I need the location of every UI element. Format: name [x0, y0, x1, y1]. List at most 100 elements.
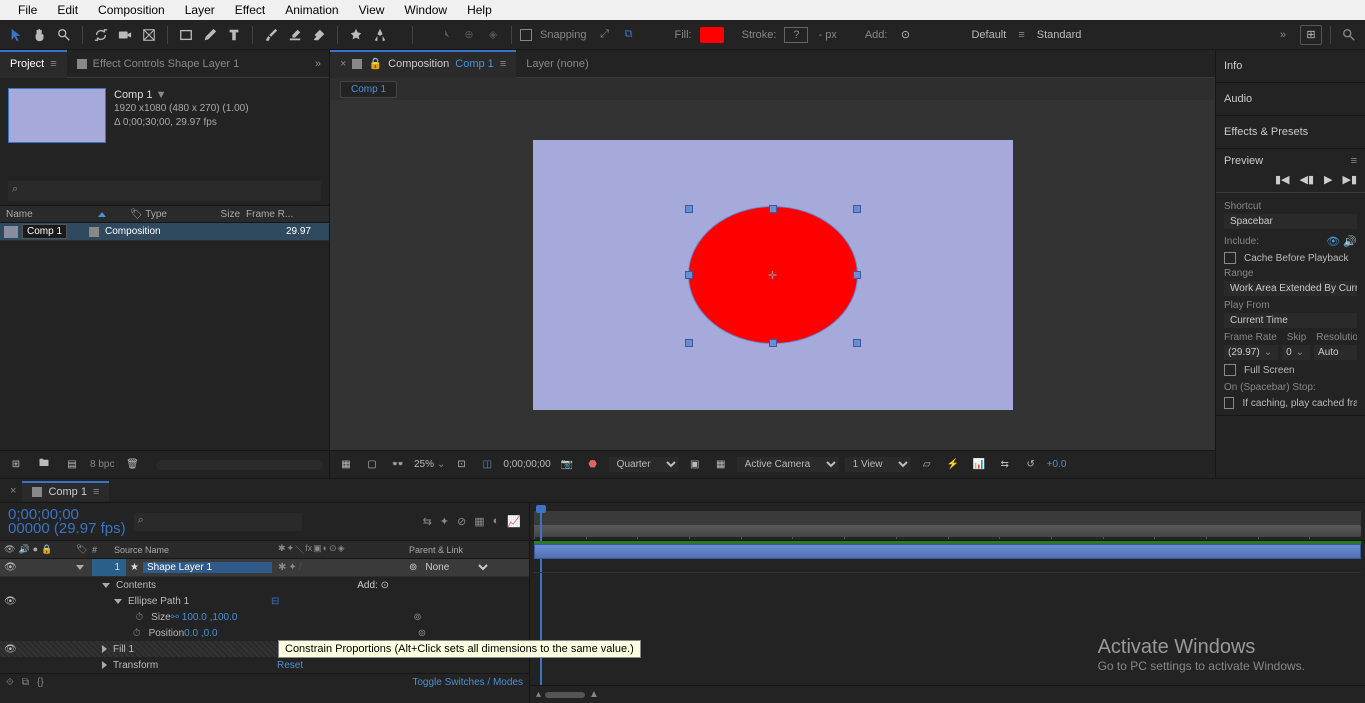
3d-glasses-icon[interactable]: 👓	[388, 455, 408, 475]
col-type[interactable]: 🏷 Type	[110, 209, 190, 220]
camera-dropdown[interactable]: Active Camera	[737, 457, 839, 472]
new-comp-icon[interactable]: ▤	[62, 455, 82, 475]
roi-icon[interactable]: ▣	[685, 455, 705, 475]
position-value[interactable]: 0.0 ,0.0	[184, 628, 217, 639]
timeline-tab-comp1[interactable]: Comp 1 ≡	[22, 481, 109, 501]
snapping-checkbox[interactable]	[520, 29, 532, 41]
clone-tool[interactable]	[285, 25, 305, 45]
view-axis-icon[interactable]: ◈	[483, 25, 503, 45]
shortcut-value[interactable]: Spacebar	[1224, 214, 1357, 229]
puppet-tool[interactable]	[370, 25, 390, 45]
local-axis-icon[interactable]	[435, 25, 455, 45]
flowchart-icon[interactable]: ⇆	[995, 455, 1015, 475]
transform-twirl[interactable]	[102, 661, 107, 669]
include-audio-icon[interactable]: 🔊	[1343, 236, 1357, 248]
stroke-swatch[interactable]: ?	[784, 27, 808, 43]
composition-viewer-tab[interactable]: × 🔒 Composition Comp 1 ≡	[330, 50, 516, 78]
lock-col-icon[interactable]: 🔒	[41, 544, 52, 555]
time-ruler[interactable]: 00s02s04s06s08s10s12s14s16s18s20s22s24s2…	[530, 503, 1365, 541]
text-tool[interactable]	[224, 25, 244, 45]
rectangle-tool[interactable]	[176, 25, 196, 45]
fullscreen-checkbox[interactable]	[1224, 364, 1236, 376]
layer-shape-layer-1[interactable]: 👁 1 ★Shape Layer 1 ✱✦/ ⊚None	[0, 559, 529, 577]
draft-3d-icon[interactable]: ✦	[440, 515, 449, 528]
transparency-grid-icon[interactable]: ▢	[362, 455, 382, 475]
tl-foot-icon1[interactable]: ⟐	[6, 677, 14, 688]
last-frame-button[interactable]: ▶▮	[1342, 173, 1357, 186]
menu-animation[interactable]: Animation	[275, 3, 348, 17]
menu-layer[interactable]: Layer	[175, 3, 225, 17]
exposure-value[interactable]: +0.0	[1047, 459, 1067, 470]
presets-panel-tab[interactable]: Effects & Presets	[1224, 122, 1357, 142]
views-dropdown[interactable]: 1 View	[845, 457, 911, 472]
tl-foot-icon2[interactable]: ⧉	[22, 677, 29, 688]
zoom-control[interactable]: 25% ⌄	[414, 459, 445, 470]
menu-effect[interactable]: Effect	[225, 3, 275, 17]
playfrom-value[interactable]: Current Time	[1224, 313, 1357, 328]
new-folder-icon[interactable]: 🖿	[34, 455, 54, 475]
zoom-in-icon[interactable]: ▲	[589, 689, 599, 700]
constrain-proportions-icon[interactable]: ⊟	[271, 596, 279, 607]
size-value[interactable]: 100.0 ,100.0	[182, 612, 238, 623]
video-col-icon[interactable]: 👁	[4, 544, 15, 555]
workspace-default[interactable]: Default	[963, 27, 1014, 43]
link-dims-icon[interactable]: ⚯	[171, 612, 179, 623]
search-help-icon[interactable]	[1339, 25, 1359, 45]
lock-icon[interactable]: 🔒	[368, 57, 382, 70]
composition-viewport[interactable]: ✛	[330, 100, 1215, 450]
col-size[interactable]: Size	[190, 209, 240, 220]
flowchart-crumb[interactable]: Comp 1	[340, 81, 397, 98]
project-item-comp1[interactable]: Comp 1 Composition 29.97	[0, 223, 329, 241]
layer-twirl[interactable]	[76, 565, 84, 570]
stopwatch-size[interactable]: ⏱	[135, 612, 143, 623]
selection-tool[interactable]	[6, 25, 26, 45]
camera-tool[interactable]	[115, 25, 135, 45]
contents-twirl[interactable]	[102, 583, 110, 588]
mask-toggle-icon[interactable]: ◫	[477, 455, 497, 475]
zoom-tool[interactable]	[54, 25, 74, 45]
ellipse-twirl[interactable]	[114, 599, 122, 604]
hand-tool[interactable]	[30, 25, 50, 45]
panel-menu-icon[interactable]: ≡	[50, 58, 56, 70]
expression-pickwhip-size[interactable]: ⊚	[413, 612, 421, 623]
channel-icon[interactable]: ⬣	[583, 455, 603, 475]
close-timeline-tab[interactable]: ×	[4, 485, 22, 497]
include-video-icon[interactable]: 👁	[1326, 236, 1340, 248]
always-preview-icon[interactable]: ▦	[336, 455, 356, 475]
preview-panel-tab[interactable]: Preview≡	[1224, 155, 1357, 167]
fast-preview-icon[interactable]: ⚡	[943, 455, 963, 475]
range-value[interactable]: Work Area Extended By Current Time	[1224, 281, 1357, 296]
ifcaching-checkbox[interactable]	[1224, 397, 1234, 409]
stopwatch-position[interactable]: ⏱	[133, 628, 141, 639]
col-framerate[interactable]: Frame R...	[240, 209, 329, 220]
layer-bar-shape-layer-1[interactable]	[534, 544, 1361, 559]
grid-icon[interactable]: ▦	[711, 455, 731, 475]
pan-behind-tool[interactable]	[139, 25, 159, 45]
skip-field[interactable]: 0⌄	[1282, 345, 1310, 360]
comp-mini-flowchart-icon[interactable]: ⇆	[423, 515, 432, 528]
world-axis-icon[interactable]: ⊕	[459, 25, 479, 45]
shy-icon[interactable]: ⊘	[457, 515, 466, 528]
reset-exposure-icon[interactable]: ↺	[1021, 455, 1041, 475]
pixel-aspect-icon[interactable]: ▱	[917, 455, 937, 475]
anchor-point-icon[interactable]: ✛	[766, 268, 780, 282]
menu-view[interactable]: View	[349, 3, 395, 17]
current-time[interactable]: 0;00;00;00	[503, 459, 550, 470]
resolution-dropdown[interactable]: Quarter	[609, 457, 679, 472]
snap-box-icon[interactable]: ⧉	[619, 25, 639, 45]
comp-thumbnail[interactable]	[8, 88, 106, 143]
panel-overflow[interactable]: »	[315, 58, 329, 70]
frame-blend-icon[interactable]: ▦	[474, 515, 484, 528]
framerate-field[interactable]: (29.97)⌄	[1224, 345, 1278, 360]
menu-window[interactable]: Window	[394, 3, 457, 17]
parent-dropdown[interactable]: None	[421, 561, 491, 574]
brush-tool[interactable]	[261, 25, 281, 45]
menu-edit[interactable]: Edit	[47, 3, 88, 17]
layer-viewer-tab[interactable]: Layer (none)	[516, 50, 598, 78]
audio-panel-tab[interactable]: Audio	[1224, 89, 1357, 109]
audio-col-icon[interactable]: 🔊	[18, 544, 29, 555]
expression-pickwhip-pos[interactable]: ⊚	[418, 628, 426, 639]
safe-zones-icon[interactable]: ⊡	[451, 455, 471, 475]
prev-frame-button[interactable]: ◀▮	[1300, 173, 1315, 186]
snapshot-icon[interactable]: 📷	[557, 455, 577, 475]
